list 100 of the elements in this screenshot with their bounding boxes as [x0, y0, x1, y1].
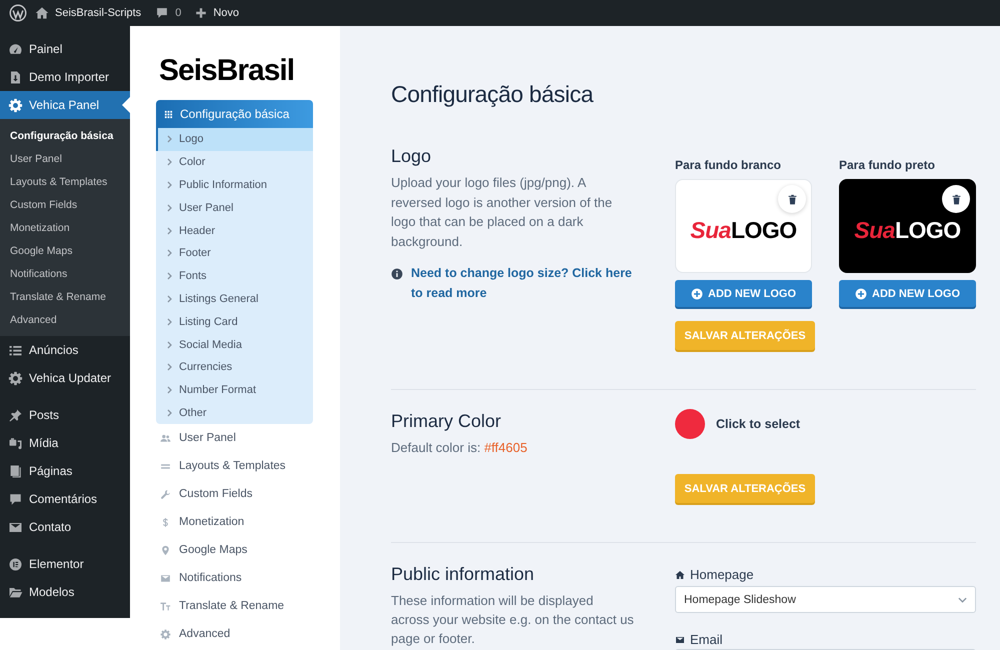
menu-header[interactable]: Configuração básica — [156, 100, 313, 128]
chevron-icon — [167, 158, 172, 166]
picker-label[interactable]: Click to select — [716, 417, 800, 431]
submenu-item[interactable]: Social Media — [156, 333, 313, 356]
section-description: These information will be displayed across your website e.g. on the contact us page or footer. — [391, 592, 634, 648]
submenu-item[interactable]: Google Maps — [0, 240, 130, 263]
chevron-icon — [167, 249, 172, 258]
submenu-item[interactable]: Listings General — [156, 288, 313, 310]
plus-icon — [195, 7, 208, 19]
select-field[interactable]: Homepage Slideshow — [675, 586, 976, 613]
menu-item[interactable]: Translate & Rename — [156, 592, 313, 620]
comment-icon — [155, 6, 170, 20]
chevron-icon — [167, 363, 172, 372]
menu-item[interactable]: Layouts & Templates — [156, 452, 313, 480]
submenu-item[interactable]: User Panel — [0, 148, 130, 171]
delete-button[interactable] — [942, 185, 970, 213]
submenu-item[interactable]: Header — [156, 219, 313, 242]
submenu-item[interactable]: Other — [156, 402, 313, 424]
section-title: Logo — [391, 145, 432, 168]
submenu-item[interactable]: Configuração básica — [0, 125, 130, 148]
sidebar-item[interactable]: Elementor — [0, 550, 130, 578]
menu-item[interactable]: Notifications — [156, 564, 313, 592]
submenu-item[interactable]: Listing Card — [156, 310, 313, 334]
site-name-link[interactable]: SeisBrasil-Scripts — [35, 0, 142, 26]
sidebar-item[interactable]: Demo Importer — [0, 63, 130, 91]
menu-item[interactable]: Custom Fields — [156, 480, 313, 508]
comments-link[interactable]: 0 — [155, 0, 182, 26]
download-icon — [8, 70, 23, 84]
trash-icon — [950, 192, 962, 206]
sidebar-item[interactable]: Modelos — [0, 578, 130, 606]
pages-icon — [8, 464, 23, 478]
chevron-icon — [167, 386, 172, 394]
sidebar-item[interactable]: Mídia — [0, 429, 130, 457]
info-icon — [391, 268, 403, 280]
chevron-icon — [167, 294, 172, 303]
submenu-item[interactable]: Color — [156, 150, 313, 174]
chevron-icon — [167, 135, 172, 144]
add-logo-button[interactable]: ADD NEW LOGO — [675, 280, 812, 307]
media-icon — [8, 436, 23, 450]
submenu-item[interactable]: Number Format — [156, 378, 313, 402]
submenu-item[interactable]: Translate & Rename — [0, 286, 130, 309]
submenu-item[interactable]: Public Information — [156, 174, 313, 196]
sidebar-item[interactable]: Comentários — [0, 485, 130, 513]
new-link[interactable]: Novo — [195, 0, 239, 26]
submenu-item[interactable]: Logo — [156, 128, 313, 151]
envelope-icon — [675, 635, 685, 645]
text-size-icon — [160, 600, 171, 612]
pushpin-icon — [8, 408, 23, 422]
section-description: Default color is: #ff4605 — [391, 439, 528, 457]
page-title: Configuração básica — [391, 80, 594, 109]
sidebar-item[interactable]: Contato — [0, 513, 130, 541]
menu-item[interactable]: Google Maps — [156, 536, 313, 564]
chevron-icon — [167, 340, 172, 349]
gear-icon — [8, 370, 23, 386]
sidebar-item[interactable]: Posts — [0, 401, 130, 429]
map-pin-icon — [160, 544, 171, 556]
section-title: Public information — [391, 563, 536, 586]
logo-text: SuaLOGO — [690, 216, 797, 244]
circle-bars-icon — [8, 556, 23, 572]
logo-icon[interactable] — [9, 4, 27, 22]
chevron-icon — [167, 408, 172, 417]
sidebar-item[interactable]: Painel — [0, 35, 130, 63]
sidebar-item[interactable]: Vehica Updater — [0, 364, 130, 392]
submenu-item[interactable]: Layouts & Templates — [0, 171, 130, 194]
trash-icon — [786, 192, 798, 206]
menu-item[interactable]: Advanced — [156, 620, 313, 648]
add-logo-button[interactable]: ADD NEW LOGO — [839, 280, 976, 307]
submenu-item[interactable]: Custom Fields — [0, 194, 130, 217]
home-icon — [35, 6, 49, 20]
chevron-icon — [167, 318, 172, 326]
section-title: Primary Color — [391, 410, 502, 433]
submenu-item[interactable]: Monetization — [0, 217, 130, 240]
sidebar-item[interactable]: Páginas — [0, 457, 130, 485]
gauge-icon — [8, 42, 23, 56]
users-icon — [160, 432, 171, 444]
sidebar-item[interactable]: Anúncios — [0, 336, 130, 364]
brand-logo: SeisBrasil — [159, 53, 294, 88]
field-label: Homepage — [690, 568, 754, 582]
help-link[interactable]: Need to change logo size? Click here to read more — [411, 264, 647, 304]
chevron-icon — [167, 272, 172, 280]
envelope-icon — [160, 572, 171, 584]
submenu-item[interactable]: Footer — [156, 242, 313, 265]
wrench-icon — [160, 488, 171, 500]
submenu-item[interactable]: Currencies — [156, 356, 313, 379]
submenu-item[interactable]: Advanced — [0, 309, 130, 332]
menu-item[interactable]: User Panel — [156, 424, 313, 452]
color-swatch-icon[interactable] — [675, 409, 705, 439]
submenu-item[interactable]: User Panel — [156, 196, 313, 220]
chevron-icon — [167, 226, 172, 235]
delete-button[interactable] — [778, 185, 806, 213]
menu-item[interactable]: Monetization — [156, 508, 313, 536]
chevron-icon — [167, 204, 172, 212]
logo-label: Para fundo branco — [675, 158, 782, 172]
sidebar-item[interactable]: Vehica Panel — [0, 91, 130, 119]
chevron-down-icon — [958, 596, 967, 602]
dollar-icon — [160, 516, 171, 528]
submenu-item[interactable]: Notifications — [0, 263, 130, 286]
submenu-item[interactable]: Fonts — [156, 264, 313, 288]
logo-text: SuaLOGO — [854, 216, 961, 244]
logo-label: Para fundo preto — [839, 158, 936, 172]
